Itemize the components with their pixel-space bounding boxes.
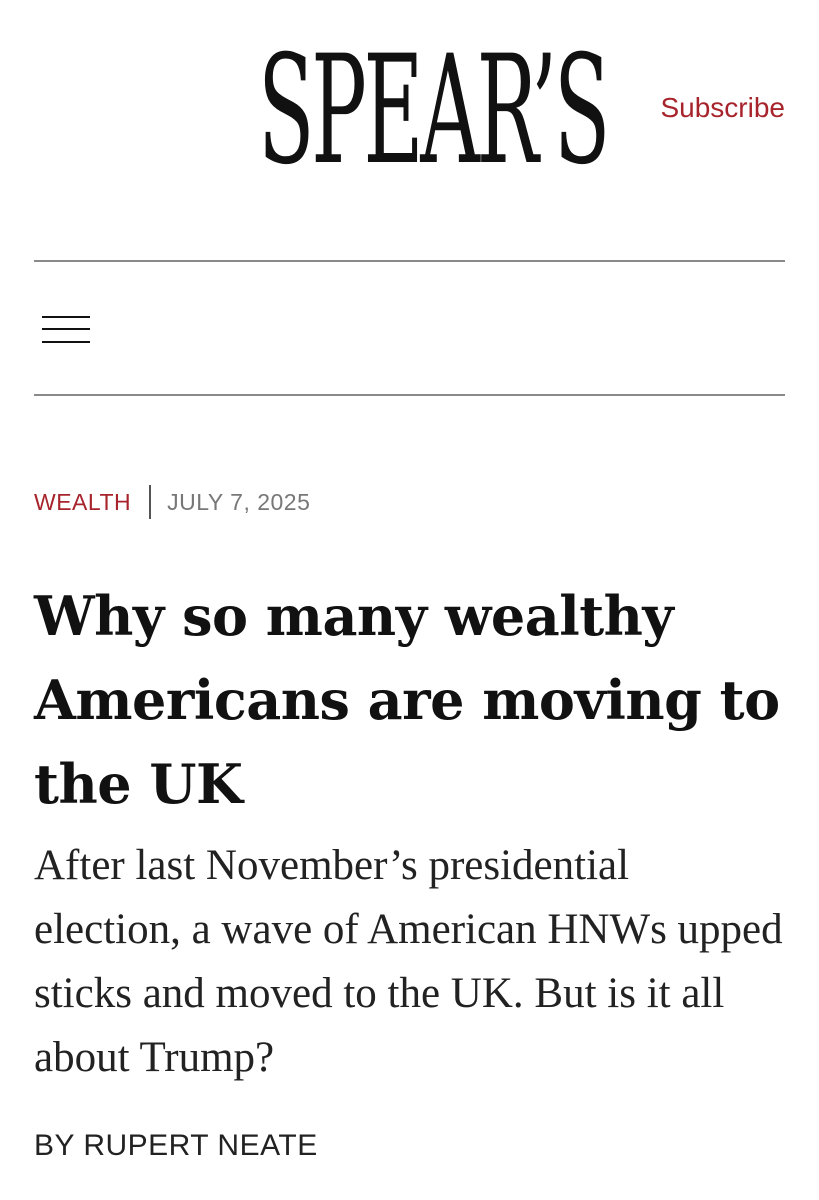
article-headline: Why so many wealthy Americans are moving… (34, 584, 780, 816)
menu-line (42, 316, 90, 318)
byline-prefix: BY (34, 1129, 75, 1162)
article-page: SPEAR’S Subscribe WEALTH JULY 7, 2025 Wh… (0, 0, 819, 1200)
menu-line (42, 328, 90, 330)
publish-date: JULY 7, 2025 (167, 488, 311, 515)
header-divider-top (34, 260, 785, 262)
header-divider-bottom (34, 394, 785, 396)
hamburger-menu-icon[interactable] (42, 314, 92, 346)
meta-divider (149, 485, 152, 519)
site-header: SPEAR’S Subscribe (0, 0, 819, 260)
article-meta: WEALTH JULY 7, 2025 (34, 482, 310, 522)
author-link[interactable]: RUPERT NEATE (83, 1129, 317, 1162)
category-link[interactable]: WEALTH (34, 489, 131, 516)
article-standfirst: After last November’s presidential elect… (34, 842, 783, 1081)
subscribe-link[interactable]: Subscribe (660, 90, 785, 126)
menu-line (42, 341, 90, 343)
article-byline: BY RUPERT NEATE (34, 1124, 318, 1168)
site-logo[interactable]: SPEAR’S (258, 26, 610, 196)
